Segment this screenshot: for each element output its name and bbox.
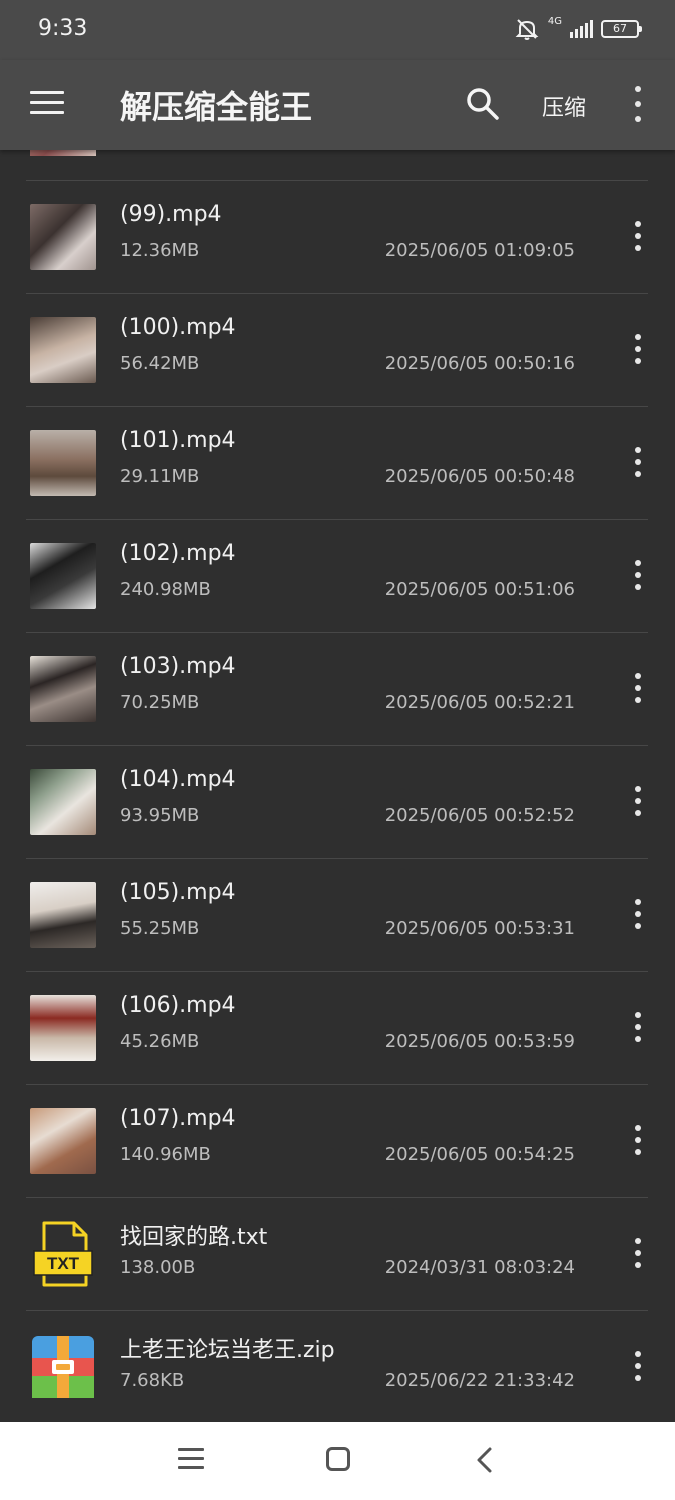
status-icons: 4G 67 xyxy=(514,15,642,42)
list-item[interactable]: TXT 找回家的路.txt 138.00B 2024/03/31 08:03:24 xyxy=(0,1197,675,1310)
file-name: (106).mp4 xyxy=(120,993,236,1018)
list-item[interactable]: (105).mp4 55.25MB 2025/06/05 00:53:31 xyxy=(0,858,675,971)
file-name: (104).mp4 xyxy=(120,767,236,792)
file-size: 7.68KB xyxy=(120,1370,185,1391)
video-thumbnail xyxy=(30,430,96,496)
file-date: 2025/06/05 00:53:59 xyxy=(384,1031,575,1052)
bell-off-icon xyxy=(515,19,539,40)
file-date: 2025/06/05 00:52:52 xyxy=(384,805,575,826)
list-item[interactable]: (101).mp4 29.11MB 2025/06/05 00:50:48 xyxy=(0,406,675,519)
list-item[interactable]: 上老王论坛当老王.zip 7.68KB 2025/06/22 21:33:42 xyxy=(0,1310,675,1422)
more-vertical-icon[interactable] xyxy=(630,447,646,477)
file-date: 2025/06/05 00:51:06 xyxy=(384,579,575,600)
app-title: 解压缩全能王 xyxy=(120,88,313,126)
more-vertical-icon[interactable] xyxy=(630,221,646,251)
file-name: (100).mp4 xyxy=(120,315,236,340)
more-vertical-icon[interactable] xyxy=(630,1012,646,1042)
file-date: 2025/06/05 00:53:31 xyxy=(384,918,575,939)
file-size: 45.26MB xyxy=(120,1031,200,1052)
signal-strength-icon xyxy=(570,20,593,38)
file-name: (103).mp4 xyxy=(120,654,236,679)
list-item[interactable]: (100).mp4 56.42MB 2025/06/05 00:50:16 xyxy=(0,293,675,406)
file-name: (102).mp4 xyxy=(120,541,236,566)
more-vertical-icon[interactable] xyxy=(630,1238,646,1268)
more-vertical-icon[interactable] xyxy=(630,786,646,816)
file-date: 2025/06/05 01:09:05 xyxy=(384,240,575,261)
file-size: 56.42MB xyxy=(120,353,200,374)
file-name: 上老王论坛当老王.zip xyxy=(120,1338,335,1363)
file-size: 138.00B xyxy=(120,1257,196,1278)
video-thumbnail xyxy=(30,882,96,948)
more-vertical-icon[interactable] xyxy=(630,1351,646,1381)
video-thumbnail xyxy=(30,995,96,1061)
video-thumbnail xyxy=(30,1108,96,1174)
file-date: 2025/06/05 00:50:48 xyxy=(384,466,575,487)
txt-file-icon: TXT xyxy=(33,1221,93,1287)
status-time: 9:33 xyxy=(38,16,88,41)
file-date: 2024/03/31 08:03:24 xyxy=(384,1257,575,1278)
file-size: 140.96MB xyxy=(120,1144,211,1165)
zip-archive-icon xyxy=(32,1336,94,1398)
compress-button[interactable]: 压缩 xyxy=(542,90,586,122)
home-icon[interactable] xyxy=(326,1447,350,1471)
file-size: 93.95MB xyxy=(120,805,200,826)
back-icon[interactable] xyxy=(474,1446,496,1474)
more-vertical-icon[interactable] xyxy=(630,673,646,703)
file-name: (105).mp4 xyxy=(120,880,236,905)
status-bar: 9:33 4G 67 xyxy=(0,0,675,60)
search-icon[interactable] xyxy=(466,87,500,121)
app-bar: 解压缩全能王 压缩 xyxy=(0,60,675,150)
system-nav-bar xyxy=(0,1422,675,1500)
more-vertical-icon[interactable] xyxy=(630,1125,646,1155)
file-size: 70.25MB xyxy=(120,692,200,713)
battery-level: 67 xyxy=(613,22,627,35)
recents-icon[interactable] xyxy=(178,1448,204,1472)
video-thumbnail xyxy=(30,317,96,383)
battery-icon: 67 xyxy=(601,20,642,38)
file-name: (101).mp4 xyxy=(120,428,236,453)
more-vertical-icon[interactable] xyxy=(630,334,646,364)
file-name: (107).mp4 xyxy=(120,1106,236,1131)
file-date: 2025/06/05 00:54:25 xyxy=(384,1144,575,1165)
file-size: 12.36MB xyxy=(120,240,200,261)
file-date: 2025/06/22 21:33:42 xyxy=(384,1370,575,1391)
list-item[interactable]: (104).mp4 93.95MB 2025/06/05 00:52:52 xyxy=(0,745,675,858)
file-date: 2025/06/05 00:50:16 xyxy=(384,353,575,374)
more-vertical-icon[interactable] xyxy=(630,86,646,122)
video-thumbnail xyxy=(30,656,96,722)
network-type-label: 4G xyxy=(547,15,562,27)
list-item[interactable]: (107).mp4 140.96MB 2025/06/05 00:54:25 xyxy=(0,1084,675,1197)
video-thumbnail xyxy=(30,769,96,835)
file-name: (99).mp4 xyxy=(120,202,222,227)
hamburger-menu-icon[interactable] xyxy=(30,91,64,117)
txt-badge-label: TXT xyxy=(47,1254,80,1273)
list-item[interactable]: (106).mp4 45.26MB 2025/06/05 00:53:59 xyxy=(0,971,675,1084)
file-size: 55.25MB xyxy=(120,918,200,939)
list-item-partial[interactable] xyxy=(0,150,675,180)
list-item[interactable]: (102).mp4 240.98MB 2025/06/05 00:51:06 xyxy=(0,519,675,632)
file-list[interactable]: (99).mp4 12.36MB 2025/06/05 01:09:05 (100).… xyxy=(0,150,675,1422)
list-item[interactable]: (99).mp4 12.36MB 2025/06/05 01:09:05 xyxy=(0,180,675,293)
video-thumbnail xyxy=(30,543,96,609)
video-thumbnail xyxy=(30,150,96,156)
file-size: 29.11MB xyxy=(120,466,200,487)
more-vertical-icon[interactable] xyxy=(630,899,646,929)
list-item[interactable]: (103).mp4 70.25MB 2025/06/05 00:52:21 xyxy=(0,632,675,745)
file-name: 找回家的路.txt xyxy=(120,1225,268,1250)
file-size: 240.98MB xyxy=(120,579,211,600)
more-vertical-icon[interactable] xyxy=(630,560,646,590)
file-date: 2025/06/05 00:52:21 xyxy=(384,692,575,713)
video-thumbnail xyxy=(30,204,96,270)
